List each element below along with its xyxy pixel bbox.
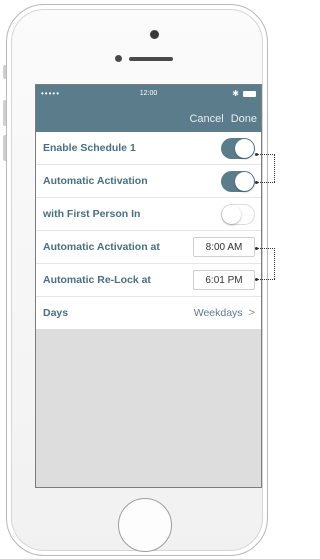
enable-schedule-label: Enable Schedule 1 (43, 142, 136, 154)
done-button[interactable]: Done (231, 113, 257, 125)
callout-dot (255, 247, 258, 250)
callout-leader-2 (257, 182, 275, 183)
phone-screen: ••••• 12:00 ✱ Cancel Done Enable Schedul… (35, 84, 262, 488)
home-button[interactable] (118, 498, 172, 552)
callout-leader-1 (257, 154, 275, 155)
callout-leader-4 (257, 279, 275, 280)
volume-down-button (3, 135, 6, 161)
proximity-sensor (115, 55, 122, 62)
days-value: Weekdays > (194, 307, 255, 319)
status-bar: ••••• 12:00 ✱ (36, 85, 261, 105)
activation-time-label: Automatic Activation at (43, 241, 160, 253)
auto-activation-toggle[interactable] (221, 170, 255, 192)
nav-bar: Cancel Done (36, 105, 261, 132)
toggle-knob (222, 204, 241, 224)
days-value-text: Weekdays (193, 307, 243, 319)
bluetooth-icon: ✱ (232, 89, 239, 98)
status-time: 12:00 (139, 90, 158, 97)
earpiece-speaker (129, 57, 173, 61)
relock-time-label: Automatic Re-Lock at (43, 274, 151, 286)
enable-schedule-row: Enable Schedule 1 (36, 132, 261, 165)
callout-bracket-1 (274, 154, 275, 182)
relock-time-field[interactable]: 6:01 PM (193, 270, 255, 290)
auto-activation-label: Automatic Activation (43, 175, 148, 187)
callout-dot (255, 153, 258, 156)
callout-dot (255, 181, 258, 184)
callout-dot (255, 278, 258, 281)
toggle-knob (235, 171, 254, 191)
relock-time-row: Automatic Re-Lock at 6:01 PM (36, 264, 261, 297)
first-person-in-label: with First Person In (43, 208, 141, 220)
auto-activation-row: Automatic Activation (36, 165, 261, 198)
activation-time-field[interactable]: 8:00 AM (193, 237, 255, 257)
chevron-right-icon: > (248, 307, 255, 319)
callout-leader-3 (257, 248, 275, 249)
first-person-in-toggle[interactable] (221, 203, 255, 225)
callout-bracket-2 (274, 248, 275, 279)
days-label: Days (43, 307, 69, 319)
battery-icon (243, 91, 256, 97)
settings-list: Enable Schedule 1 Automatic Activation w… (36, 132, 261, 329)
first-person-in-row: with First Person In (36, 198, 261, 231)
activation-time-row: Automatic Activation at 8:00 AM (36, 231, 261, 264)
days-row[interactable]: Days Weekdays > (36, 297, 261, 329)
cancel-button[interactable]: Cancel (189, 113, 223, 125)
toggle-knob (235, 138, 254, 158)
front-camera (150, 30, 159, 39)
mute-switch (3, 65, 6, 79)
enable-schedule-toggle[interactable] (221, 137, 255, 159)
volume-up-button (3, 100, 6, 126)
